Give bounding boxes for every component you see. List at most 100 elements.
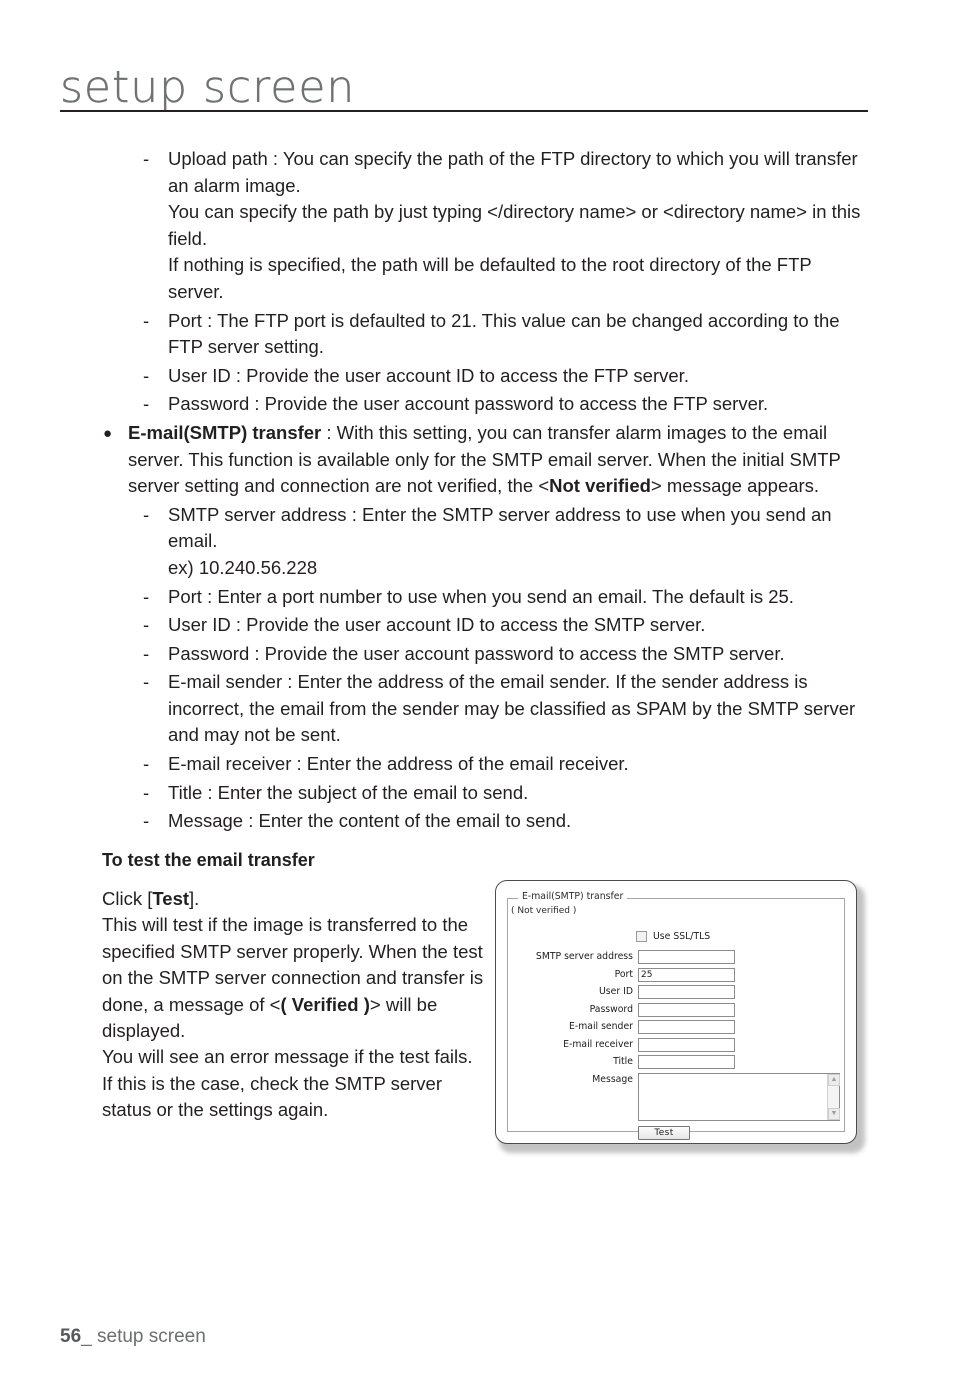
list-item-ftp-port: - Port : The FTP port is defaulted to 21… <box>102 308 872 361</box>
title-input[interactable] <box>638 1055 735 1069</box>
dash-marker: - <box>143 393 150 415</box>
page-footer: 56_ setup screen <box>60 1325 206 1349</box>
smtp-server-address-input[interactable] <box>638 950 735 964</box>
list-item-line: Upload path : You can specify the path o… <box>168 148 858 196</box>
email-receiver-input[interactable] <box>638 1037 735 1052</box>
smtp-transfer-bold-lead: E-mail(SMTP) transfer <box>128 421 322 443</box>
section-body: Click [Test]. This will test if the imag… <box>102 886 494 1124</box>
dash-marker: - <box>143 585 150 607</box>
instruction-click-test: Click [Test]. <box>102 886 494 912</box>
label-message: Message <box>592 1073 633 1085</box>
footer-separator: _ <box>81 1326 97 1347</box>
form-row-smtp-server-address: SMTP server address <box>508 950 844 964</box>
label-password: Password <box>589 1003 633 1015</box>
instruction-verified: This will test if the image is transferr… <box>102 912 494 1044</box>
form-row-password: Password <box>508 1002 844 1017</box>
dash-marker: - <box>143 309 150 331</box>
form-row-title: Title <box>508 1055 844 1069</box>
ssl-inner: Use SSL/TLS <box>636 931 710 942</box>
verification-status-label: ( Not verified ) <box>511 906 577 916</box>
list-item-line: Port : The FTP port is defaulted to 21. … <box>168 309 840 358</box>
dash-marker: - <box>143 671 150 693</box>
dash-marker: - <box>143 642 150 664</box>
click-text-pre: Click [ <box>102 888 153 909</box>
dash-marker: - <box>143 810 150 832</box>
list-item-line: Title : Enter the subject of the email t… <box>168 781 529 803</box>
list-item-upload-path: - Upload path : You can specify the path… <box>102 146 872 306</box>
section-heading: To test the email transfer <box>102 850 315 870</box>
list-item-line: E-mail sender : Enter the address of the… <box>168 671 856 746</box>
dash-marker: - <box>143 753 150 775</box>
list-item-email-sender: - E-mail sender : Enter the address of t… <box>102 669 872 749</box>
use-ssl-tls-label: Use SSL/TLS <box>653 931 711 942</box>
dash-marker: - <box>143 614 150 636</box>
list-item-smtp-user-id: - User ID : Provide the user account ID … <box>102 612 872 639</box>
label-user-id: User ID <box>598 986 633 997</box>
list-item-ftp-user-id: - User ID : Provide the user account ID … <box>102 363 872 390</box>
label-email-sender: E-mail sender <box>568 1021 633 1032</box>
instruction-error: You will see an error message if the tes… <box>102 1046 473 1068</box>
page-title: setup screen <box>60 62 356 113</box>
form-row-port: Port 25 <box>508 967 844 982</box>
list-item-smtp-transfer: ● E-mail(SMTP) transfer : With this sett… <box>102 420 872 500</box>
header-rule <box>60 110 868 112</box>
label-title: Title <box>613 1056 633 1067</box>
message-textarea[interactable]: ▲ ▼ <box>638 1072 840 1121</box>
list-item-line: SMTP server address : Enter the SMTP ser… <box>168 503 832 552</box>
list-item-example: ex) 10.240.56.228 <box>168 556 318 578</box>
label-email-receiver: E-mail receiver <box>563 1038 633 1050</box>
list-item-line: User ID : Provide the user account ID to… <box>168 364 689 386</box>
list-item-line: Port : Enter a port number to use when y… <box>168 585 794 607</box>
use-ssl-tls-checkbox[interactable] <box>636 931 647 942</box>
dash-marker: - <box>143 148 150 169</box>
message-scrollbar[interactable]: ▲ ▼ <box>827 1073 840 1120</box>
list-item-message: - Message : Enter the content of the ema… <box>102 808 872 835</box>
list-item-smtp-server-address: - SMTP server address : Enter the SMTP s… <box>102 502 872 582</box>
smtp-form: SMTP server address Port 25 User ID Pass… <box>508 950 844 1140</box>
test-button[interactable]: Test <box>638 1125 690 1140</box>
form-row-user-id: User ID <box>508 985 844 999</box>
footer-page-number: 56 <box>60 1326 82 1347</box>
list-item-line: Message : Enter the content of the email… <box>168 810 572 832</box>
click-text-post: ]. <box>189 888 200 909</box>
port-input[interactable]: 25 <box>638 967 735 982</box>
list-item-line: You can specify the path by just typing … <box>168 201 861 249</box>
ssl-row: Use SSL/TLS <box>508 931 844 942</box>
list-item-ftp-password: - Password : Provide the user account pa… <box>102 391 872 418</box>
smtp-settings-screenshot: E-mail(SMTP) transfer ( Not verified ) U… <box>495 880 865 1153</box>
panel-inner: E-mail(SMTP) transfer ( Not verified ) U… <box>507 891 845 1140</box>
list-item-smtp-password: - Password : Provide the user account pa… <box>102 641 872 668</box>
email-sender-input[interactable] <box>638 1020 735 1034</box>
label-port: Port <box>614 968 633 980</box>
smtp-transfer-text-part2: > message appears. <box>650 475 820 497</box>
scroll-up-arrow-icon[interactable]: ▲ <box>828 1073 840 1086</box>
form-row-email-receiver: E-mail receiver <box>508 1037 844 1052</box>
fieldset-legend: E-mail(SMTP) transfer <box>518 891 628 902</box>
label-smtp-server-address: SMTP server address <box>535 951 633 962</box>
test-bold-label: Test <box>152 888 190 909</box>
form-row-message: Message ▲ ▼ <box>508 1072 844 1121</box>
dash-marker: - <box>143 503 150 525</box>
test-button-spacer <box>508 1126 638 1140</box>
footer-label: setup screen <box>97 1326 206 1347</box>
instruction-check-status: If this is the case, check the SMTP serv… <box>102 1072 442 1121</box>
list-item-line: Password : Provide the user account pass… <box>168 393 769 415</box>
not-verified-bold: Not verified <box>549 475 651 497</box>
list-item-line: E-mail receiver : Enter the address of t… <box>168 753 629 775</box>
list-item-line: If nothing is specified, the path will b… <box>168 254 812 302</box>
scroll-down-arrow-icon[interactable]: ▼ <box>828 1107 840 1120</box>
test-button-row: Test <box>508 1125 844 1140</box>
smtp-fieldset: E-mail(SMTP) transfer ( Not verified ) U… <box>507 891 845 1140</box>
ftp-options-list: - Upload path : You can specify the path… <box>102 146 872 835</box>
user-id-input[interactable] <box>638 985 735 999</box>
list-item-line: Password : Provide the user account pass… <box>168 642 785 664</box>
page-header: setup screen <box>60 62 868 113</box>
verified-bold-label: ( Verified ) <box>280 993 370 1015</box>
main-content: - Upload path : You can specify the path… <box>102 146 872 837</box>
password-input[interactable] <box>638 1002 735 1017</box>
list-item-line: User ID : Provide the user account ID to… <box>168 614 706 636</box>
list-item-smtp-port: - Port : Enter a port number to use when… <box>102 584 872 611</box>
panel-frame: E-mail(SMTP) transfer ( Not verified ) U… <box>495 880 857 1144</box>
dash-marker: - <box>143 364 150 386</box>
list-item-title: - Title : Enter the subject of the email… <box>102 780 872 807</box>
